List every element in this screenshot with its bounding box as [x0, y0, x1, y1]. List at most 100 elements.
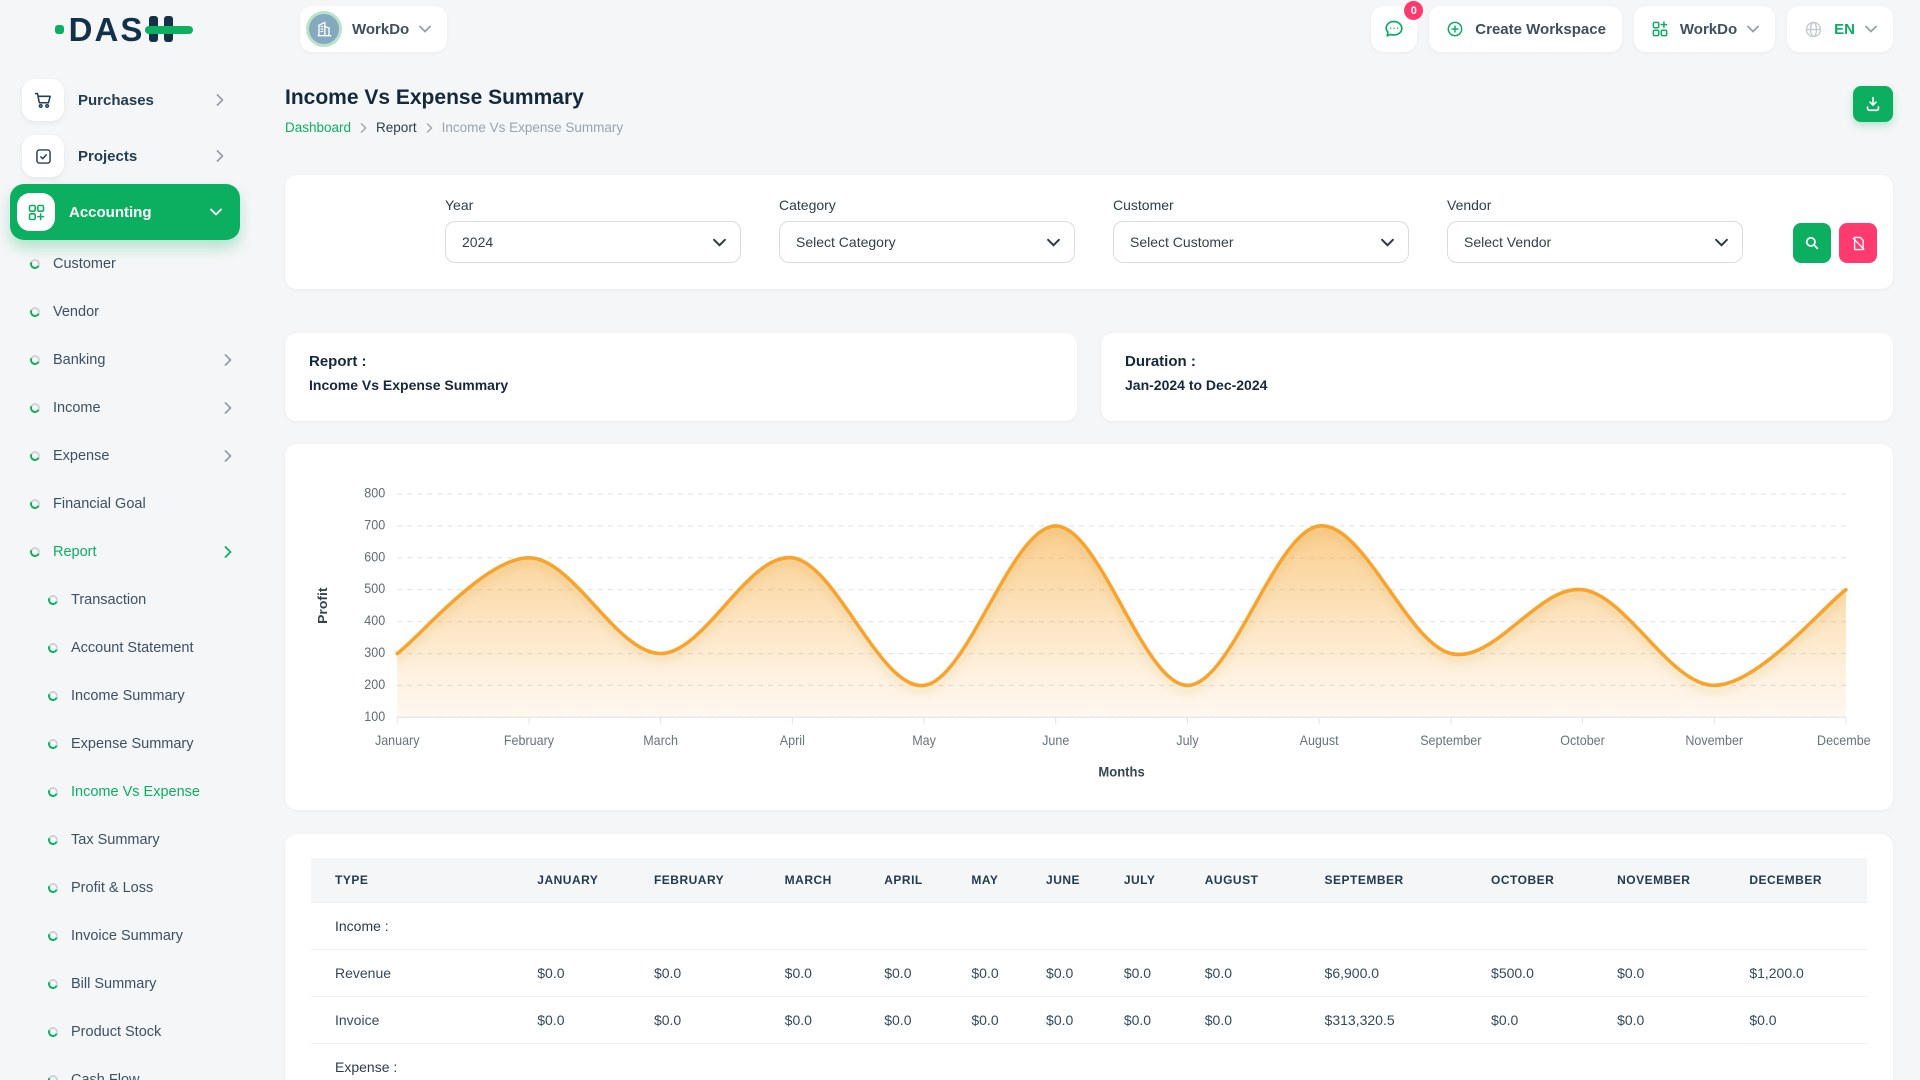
sidebar-item-profit-loss[interactable]: Profit & Loss [18, 864, 232, 912]
filter-card: Year 2024 Category Select Category Custo… [285, 175, 1893, 289]
sidebar-item-label: Profit & Loss [71, 880, 232, 896]
sidebar-item-label: Account Statement [71, 640, 232, 656]
logo-text: DAS [69, 13, 145, 46]
column-header: AUGUST [1181, 858, 1301, 903]
download-button[interactable] [1853, 86, 1893, 122]
sidebar-item-label: Accounting [69, 204, 196, 221]
topbar: DAS WorkDo 0 Create Workspace WorkDo [0, 0, 1920, 58]
sidebar-item-label: Tax Summary [71, 832, 232, 848]
column-header: JANUARY [513, 858, 630, 903]
breadcrumb-item[interactable]: Report [376, 120, 417, 135]
grid-plus-icon [17, 193, 55, 231]
sidebar-item-label: Bill Summary [71, 976, 232, 992]
value-cell: $0.0 [1022, 950, 1100, 997]
sidebar-item-product-stock[interactable]: Product Stock [18, 1008, 232, 1056]
sidebar-item-expense-summary[interactable]: Expense Summary [18, 720, 232, 768]
create-workspace-button[interactable]: Create Workspace [1429, 6, 1622, 52]
chevron-right-icon [224, 450, 232, 462]
sidebar-item-label: Customer [53, 256, 232, 272]
category-select[interactable]: Select Category [779, 221, 1075, 263]
app-switcher-button[interactable]: WorkDo [1634, 6, 1775, 52]
sidebar-item-report[interactable]: Report [18, 528, 232, 576]
sidebar-item-label: Invoice Summary [71, 928, 232, 944]
group-label: Expense : [311, 1044, 1867, 1080]
sidebar-item-label: Product Stock [71, 1024, 232, 1040]
value-cell: $0.0 [513, 950, 630, 997]
sidebar-item-purchases[interactable]: Purchases [18, 72, 232, 128]
vendor-select[interactable]: Select Vendor [1447, 221, 1743, 263]
svg-text:May: May [912, 733, 936, 749]
chevron-right-icon [216, 150, 224, 162]
breadcrumb-item[interactable]: Dashboard [285, 120, 351, 135]
svg-text:700: 700 [364, 517, 385, 533]
sidebar-item-transaction[interactable]: Transaction [18, 576, 232, 624]
language-selector[interactable]: EN [1787, 6, 1893, 52]
logo-dot-icon [55, 25, 64, 34]
customer-select[interactable]: Select Customer [1113, 221, 1409, 263]
value-cell: $0.0 [1593, 950, 1725, 997]
checkbox-icon [22, 135, 64, 177]
sidebar-item-banking[interactable]: Banking [18, 336, 232, 384]
table-header-row: TYPEJANUARYFEBRUARYMARCHAPRILMAYJUNEJULY… [311, 858, 1867, 903]
sidebar-item-invoice-summary[interactable]: Invoice Summary [18, 912, 232, 960]
table-group-row: Income : [311, 903, 1867, 950]
sidebar-item-tax-summary[interactable]: Tax Summary [18, 816, 232, 864]
sidebar-item-account-statement[interactable]: Account Statement [18, 624, 232, 672]
workspace-switcher[interactable]: WorkDo [300, 6, 447, 52]
customer-select-value: Select Customer [1130, 234, 1233, 250]
bullet-icon [47, 1074, 60, 1080]
chevron-down-icon [1747, 25, 1759, 33]
page-title: Income Vs Expense Summary [285, 86, 623, 110]
reset-filter-button[interactable] [1839, 223, 1877, 263]
bullet-icon [47, 786, 60, 799]
customer-filter: Customer Select Customer [1113, 197, 1409, 263]
bullet-icon [29, 258, 42, 271]
breadcrumb-item: Income Vs Expense Summary [442, 120, 624, 135]
chevron-right-icon [224, 354, 232, 366]
search-icon [1803, 234, 1821, 252]
value-cell: $0.0 [1467, 997, 1593, 1044]
sidebar-item-label: Purchases [78, 92, 202, 109]
svg-text:April: April [780, 733, 805, 749]
sidebar-item-projects[interactable]: Projects [18, 128, 232, 184]
svg-text:October: October [1560, 733, 1605, 749]
sidebar-item-income[interactable]: Income [18, 384, 232, 432]
sidebar-item-accounting[interactable]: Accounting [10, 184, 240, 240]
sidebar-item-label: Transaction [71, 592, 232, 608]
year-select[interactable]: 2024 [445, 221, 741, 263]
year-filter: Year 2024 [445, 197, 741, 263]
main-content: Income Vs Expense Summary Dashboard Repor… [250, 58, 1920, 1080]
dash-logo: DAS [55, 12, 196, 46]
breadcrumb-separator-icon [360, 123, 367, 133]
messages-button[interactable]: 0 [1371, 6, 1417, 52]
sidebar-item-bill-summary[interactable]: Bill Summary [18, 960, 232, 1008]
duration-card-value: Jan-2024 to Dec-2024 [1125, 377, 1869, 393]
apply-filter-button[interactable] [1793, 223, 1831, 263]
column-header: FEBRUARY [630, 858, 761, 903]
sidebar-item-label: Report [53, 544, 211, 560]
report-card-value: Income Vs Expense Summary [309, 377, 1053, 393]
profit-area-chart[interactable]: 100200300400500600700800 JanuaryFebruary… [307, 464, 1871, 786]
sidebar-item-income-summary[interactable]: Income Summary [18, 672, 232, 720]
value-cell: $0.0 [1100, 997, 1181, 1044]
chevron-down-icon [1381, 238, 1394, 247]
globe-icon [1803, 19, 1824, 40]
sidebar-item-vendor[interactable]: Vendor [18, 288, 232, 336]
table-row: Revenue$0.0$0.0$0.0$0.0$0.0$0.0$0.0$0.0$… [311, 950, 1867, 997]
sidebar-item-cash-flow[interactable]: Cash Flow [18, 1056, 232, 1080]
group-label: Income : [311, 903, 1867, 950]
duration-card-title: Duration : [1125, 353, 1869, 370]
report-card-title: Report : [309, 353, 1053, 370]
sidebar-item-financial-goal[interactable]: Financial Goal [18, 480, 232, 528]
sidebar-item-label: Cash Flow [71, 1072, 232, 1080]
sidebar-item-expense[interactable]: Expense [18, 432, 232, 480]
table-group-row: Expense : [311, 1044, 1867, 1080]
sidebar-item-income-vs-expense[interactable]: Income Vs Expense [18, 768, 232, 816]
svg-text:Months: Months [1098, 764, 1144, 780]
column-header: MAY [947, 858, 1022, 903]
svg-text:500: 500 [364, 581, 385, 597]
language-label: EN [1834, 21, 1855, 38]
sidebar-item-customer[interactable]: Customer [18, 240, 232, 288]
value-cell: $0.0 [947, 997, 1022, 1044]
vendor-select-value: Select Vendor [1464, 234, 1551, 250]
